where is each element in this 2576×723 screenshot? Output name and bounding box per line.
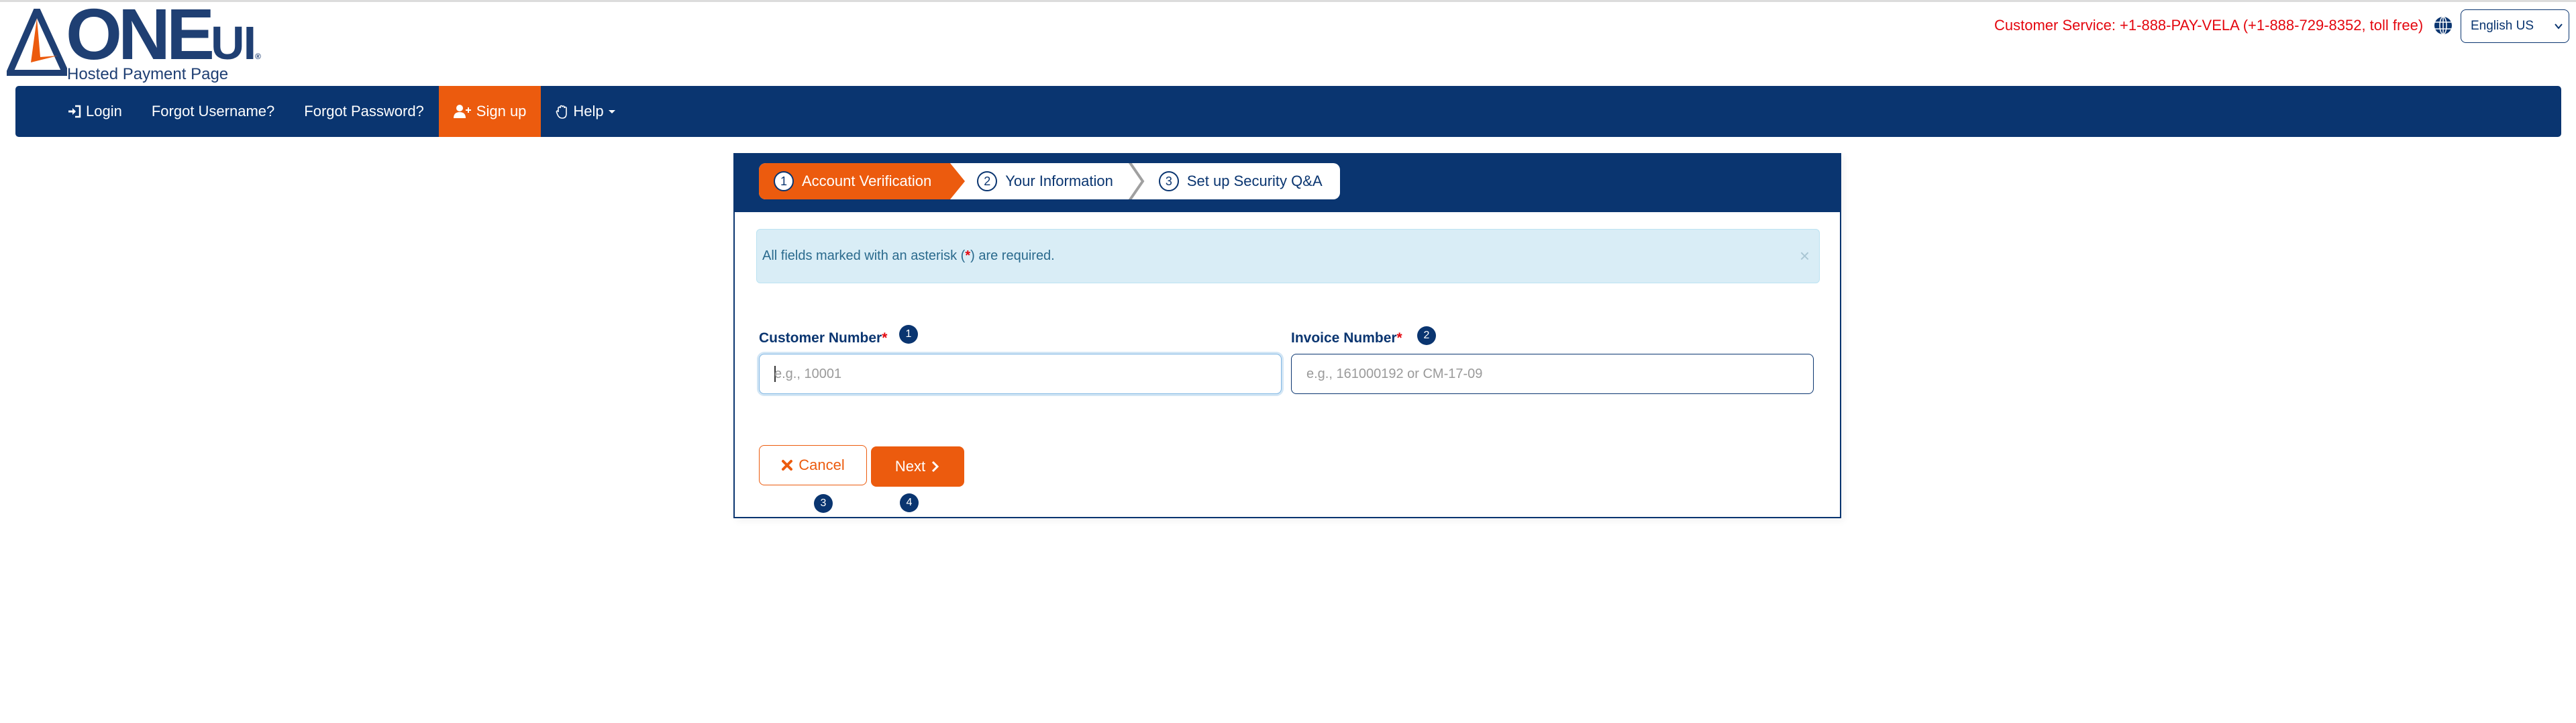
language-selected: English US: [2471, 19, 2534, 33]
customer-number-label: Customer Number*: [759, 330, 888, 346]
invoice-number-placeholder: e.g., 161000192 or CM-17-09: [1306, 366, 1483, 381]
nav-forgot-username[interactable]: Forgot Username?: [137, 86, 289, 137]
times-icon: [782, 460, 793, 471]
chevron-right-icon: [932, 461, 939, 473]
sign-in-icon: [68, 105, 81, 118]
hand-icon: [556, 105, 568, 119]
account-verification-card: 1 Account Verification 2 Your Informatio…: [733, 153, 1841, 518]
step-label: Account Verification: [802, 173, 932, 189]
step-label: Your Information: [1005, 173, 1113, 189]
invoice-number-input[interactable]: e.g., 161000192 or CM-17-09: [1291, 354, 1814, 394]
invoice-number-label: Invoice Number*: [1291, 330, 1402, 346]
nav-login-label: Login: [86, 103, 122, 119]
alert-text: All fields marked with an asterisk (*) a…: [762, 248, 1055, 263]
customer-service-phone: Customer Service: +1-888-PAY-VELA (+1-88…: [1994, 17, 2424, 34]
invoice-number-badge: 2: [1417, 326, 1436, 345]
chevron-down-icon: [2555, 23, 2563, 30]
customer-number-input[interactable]: e.g., 10001: [759, 354, 1282, 394]
user-plus-icon: [453, 105, 471, 118]
nav-login[interactable]: Login: [52, 86, 137, 137]
step-label: Set up Security Q&A: [1186, 173, 1323, 189]
next-button[interactable]: Next: [871, 446, 964, 487]
logo-wordmark: ONEUI®: [66, 0, 261, 75]
cancel-badge: 3: [814, 494, 833, 513]
next-label: Next: [894, 458, 926, 475]
nav-forgot-password-label: Forgot Password?: [304, 103, 424, 119]
logo-triangle-icon: [7, 9, 67, 76]
header: ONEUI® Hosted Payment Page Customer Serv…: [0, 0, 2576, 86]
nav-forgot-password[interactable]: Forgot Password?: [289, 86, 439, 137]
cancel-label: Cancel: [798, 456, 845, 473]
customer-number-badge: 1: [899, 325, 918, 344]
step-number: 3: [1158, 171, 1179, 191]
step-your-information[interactable]: 2 Your Information: [950, 163, 1145, 199]
caret-down-icon: [608, 110, 615, 113]
step-security-qa[interactable]: 3 Set up Security Q&A: [1132, 163, 1340, 199]
main-navbar: Login Forgot Username? Forgot Password? …: [15, 86, 2561, 137]
step-number: 2: [977, 171, 998, 191]
wizard-steps: 1 Account Verification 2 Your Informatio…: [759, 163, 1340, 199]
nav-help[interactable]: Help: [541, 86, 630, 137]
nav-sign-up-label: Sign up: [476, 103, 527, 119]
step-separator-icon: [1128, 163, 1145, 199]
language-select[interactable]: English US: [2461, 9, 2569, 43]
nav-forgot-username-label: Forgot Username?: [151, 103, 275, 119]
step-account-verification[interactable]: 1 Account Verification: [759, 163, 966, 199]
required-fields-alert: All fields marked with an asterisk (*) a…: [756, 229, 1820, 283]
nav-sign-up[interactable]: Sign up: [438, 86, 542, 137]
close-icon[interactable]: ×: [1800, 247, 1810, 264]
oneui-logo[interactable]: ONEUI® Hosted Payment Page: [7, 0, 262, 84]
step-number: 1: [774, 171, 794, 191]
cancel-button[interactable]: Cancel: [759, 445, 867, 485]
next-badge: 4: [900, 493, 919, 512]
card-header: 1 Account Verification 2 Your Informatio…: [735, 154, 1840, 212]
nav-help-label: Help: [573, 103, 604, 119]
globe-icon: [2434, 16, 2452, 35]
logo-subtitle: Hosted Payment Page: [67, 65, 229, 83]
customer-number-placeholder: e.g., 10001: [774, 366, 842, 381]
